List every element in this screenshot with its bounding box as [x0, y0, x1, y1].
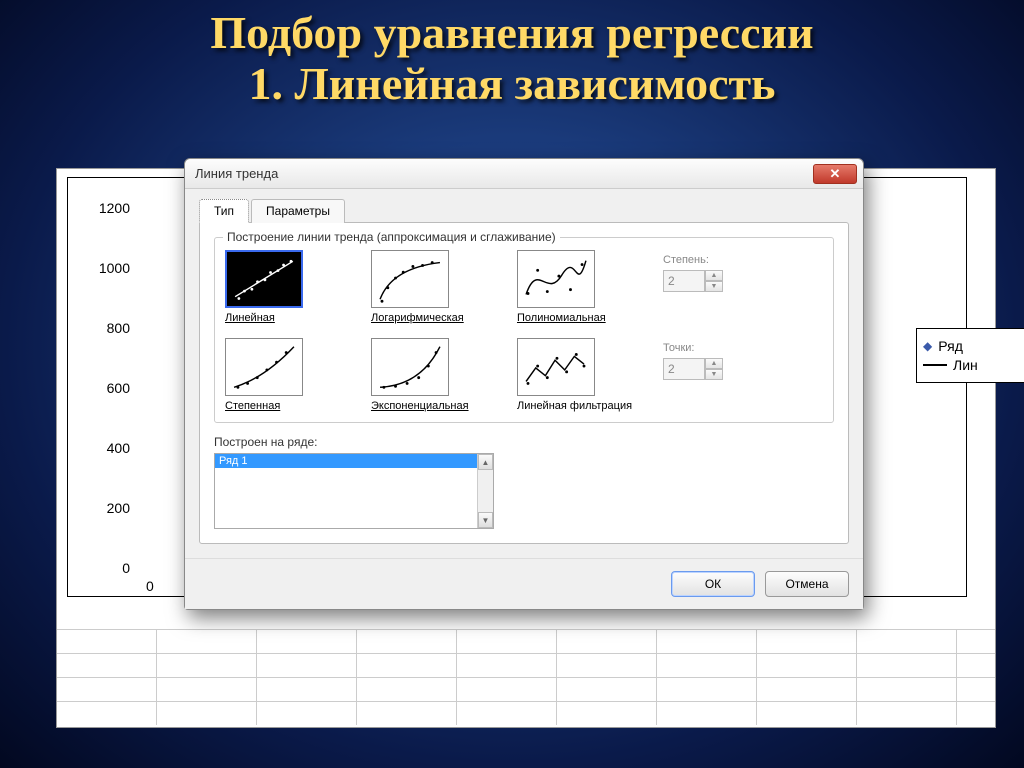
ok-button[interactable]: ОК — [671, 571, 755, 597]
trend-label: Линейная — [225, 312, 343, 324]
exp-trend-icon[interactable] — [371, 338, 449, 396]
series-label: Построен на ряде: — [214, 435, 834, 449]
scrollbar[interactable]: ▲ ▼ — [477, 454, 493, 528]
legend-series-label: Ряд — [938, 338, 963, 354]
close-button[interactable]: ✕ — [813, 164, 857, 184]
legend-trend-item: Лин — [923, 357, 1019, 373]
log-trend-icon[interactable] — [371, 250, 449, 308]
y-tick: 600 — [107, 380, 130, 396]
dialog-tabs: Тип Параметры — [199, 199, 849, 223]
degree-param: Степень: ▲ ▼ — [663, 250, 823, 292]
x-tick: 0 — [146, 578, 154, 594]
trend-option-linear[interactable]: Линейная — [225, 250, 343, 324]
scroll-up-icon[interactable]: ▲ — [478, 454, 493, 470]
degree-input[interactable] — [663, 270, 705, 292]
trend-type-fieldset: Построение линии тренда (аппроксимация и… — [214, 237, 834, 423]
y-tick: 200 — [107, 500, 130, 516]
dialog-titlebar[interactable]: Линия тренда ✕ — [185, 159, 863, 189]
trend-label: Экспоненциальная — [371, 400, 489, 412]
points-param: Точки: ▲ ▼ — [663, 338, 823, 380]
trend-label: Логарифмическая — [371, 312, 489, 324]
trend-label: Линейная фильтрация — [517, 400, 635, 412]
power-trend-icon[interactable] — [225, 338, 303, 396]
cancel-button[interactable]: Отмена — [765, 571, 849, 597]
trend-label: Полиномиальная — [517, 312, 635, 324]
spin-up-icon[interactable]: ▲ — [705, 358, 723, 369]
series-listbox[interactable]: Ряд 1 ▲ ▼ — [214, 453, 494, 529]
dialog-title: Линия тренда — [195, 166, 278, 181]
trend-option-poly[interactable]: Полиномиальная — [517, 250, 635, 324]
movavg-trend-icon[interactable] — [517, 338, 595, 396]
points-input[interactable] — [663, 358, 705, 380]
fieldset-label: Построение линии тренда (аппроксимация и… — [223, 230, 560, 244]
chart-legend: ◆ Ряд Лин — [916, 328, 1024, 383]
degree-spinbox[interactable]: ▲ ▼ — [663, 270, 727, 292]
legend-series-item: ◆ Ряд — [923, 338, 1019, 354]
slide-title-line2: 1. Линейная зависимость — [0, 59, 1024, 110]
points-spinbox[interactable]: ▲ ▼ — [663, 358, 727, 380]
scroll-down-icon[interactable]: ▼ — [478, 512, 493, 528]
linear-trend-icon[interactable] — [225, 250, 303, 308]
points-label: Точки: — [663, 342, 823, 354]
line-icon — [923, 364, 947, 366]
trend-option-movavg[interactable]: Линейная фильтрация — [517, 338, 635, 412]
trend-option-log[interactable]: Логарифмическая — [371, 250, 489, 324]
slide-title-line1: Подбор уравнения регрессии — [0, 8, 1024, 59]
y-tick: 1200 — [99, 200, 130, 216]
degree-label: Степень: — [663, 254, 823, 266]
legend-trend-label: Лин — [953, 357, 978, 373]
series-item-selected[interactable]: Ряд 1 — [215, 454, 493, 468]
y-tick: 0 — [122, 560, 130, 576]
tab-panel-type: Построение линии тренда (аппроксимация и… — [199, 222, 849, 544]
series-section: Построен на ряде: Ряд 1 ▲ ▼ — [214, 435, 834, 529]
trend-label: Степенная — [225, 400, 343, 412]
y-tick: 1000 — [99, 260, 130, 276]
diamond-icon: ◆ — [923, 339, 932, 353]
trend-option-exp[interactable]: Экспоненциальная — [371, 338, 489, 412]
dialog-button-bar: ОК Отмена — [185, 558, 863, 609]
chart-y-axis: 0 200 400 600 800 1000 1200 — [68, 178, 138, 596]
spin-down-icon[interactable]: ▼ — [705, 281, 723, 292]
tab-type[interactable]: Тип — [199, 199, 249, 223]
y-tick: 800 — [107, 320, 130, 336]
spreadsheet-grid — [57, 629, 995, 725]
slide-title: Подбор уравнения регрессии 1. Линейная з… — [0, 0, 1024, 109]
trend-option-power[interactable]: Степенная — [225, 338, 343, 412]
trendline-dialog: Линия тренда ✕ Тип Параметры Построение … — [184, 158, 864, 610]
close-icon: ✕ — [830, 166, 841, 182]
poly-trend-icon[interactable] — [517, 250, 595, 308]
spin-down-icon[interactable]: ▼ — [705, 369, 723, 380]
y-tick: 400 — [107, 440, 130, 456]
tab-params[interactable]: Параметры — [251, 199, 345, 223]
spin-up-icon[interactable]: ▲ — [705, 270, 723, 281]
